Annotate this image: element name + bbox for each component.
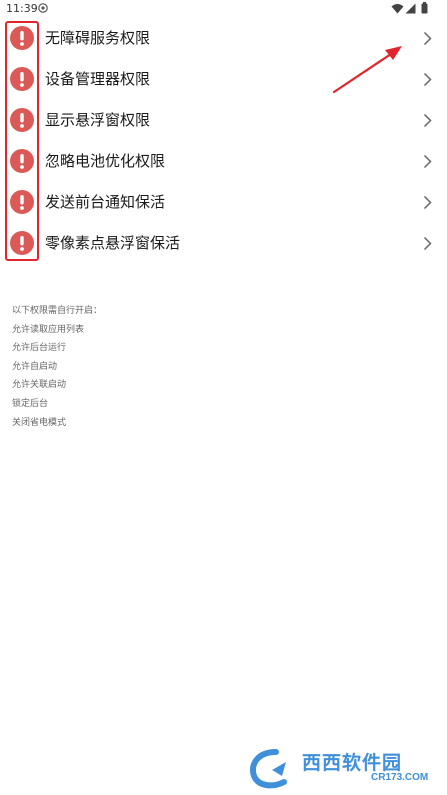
battery-icon xyxy=(421,2,428,14)
manual-permissions-note: 以下权限需自行开启： 允许读取应用列表 允许后台运行 允许自启动 允许关联启动 … xyxy=(12,302,102,432)
note-item: 允许自启动 xyxy=(12,361,58,372)
permission-label: 发送前台通知保活 xyxy=(45,193,166,211)
watermark-url: CR173.COM xyxy=(371,772,429,783)
signal-icon xyxy=(405,3,416,14)
note-item: 允许关联启动 xyxy=(12,380,67,391)
chevron-right-icon xyxy=(423,31,432,46)
note-item: 允许读取应用列表 xyxy=(12,324,85,335)
wifi-icon xyxy=(391,4,404,14)
chevron-right-icon xyxy=(423,113,432,128)
annotation-highlight-box xyxy=(5,21,39,261)
note-item: 关闭省电模式 xyxy=(12,417,67,428)
permission-row-battery-optimization[interactable]: 忽略电池优化权限 xyxy=(0,141,447,182)
permission-label: 显示悬浮窗权限 xyxy=(45,111,151,129)
note-item: 锁定后台 xyxy=(12,398,49,409)
chevron-right-icon xyxy=(423,236,432,251)
watermark-name: 西西软件园 xyxy=(302,752,403,774)
permission-row-zero-pixel-overlay[interactable]: 零像素点悬浮窗保活 xyxy=(0,223,447,264)
watermark-logo-icon xyxy=(250,749,287,789)
status-time: 11:39 xyxy=(6,2,38,15)
chevron-right-icon xyxy=(423,72,432,87)
permission-row-overlay[interactable]: 显示悬浮窗权限 xyxy=(0,100,447,141)
annotation-arrow-icon xyxy=(332,46,402,94)
permission-label: 忽略电池优化权限 xyxy=(45,152,166,170)
permission-label: 无障碍服务权限 xyxy=(45,29,151,47)
note-title: 以下权限需自行开启： xyxy=(12,306,103,316)
shield-icon xyxy=(38,3,48,13)
chevron-right-icon xyxy=(423,154,432,169)
note-item: 允许后台运行 xyxy=(12,343,67,354)
watermark: 西西软件园 CR173.COM xyxy=(246,746,436,790)
chevron-right-icon xyxy=(423,195,432,210)
permission-row-foreground-notification[interactable]: 发送前台通知保活 xyxy=(0,182,447,223)
permission-label: 设备管理器权限 xyxy=(45,70,151,88)
permission-label: 零像素点悬浮窗保活 xyxy=(45,234,181,252)
status-bar: 11:39 xyxy=(0,0,447,18)
